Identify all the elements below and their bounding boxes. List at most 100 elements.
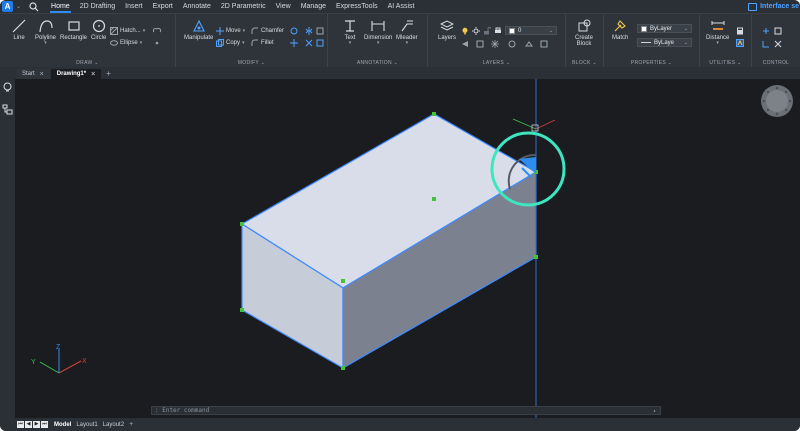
app-logo[interactable]: A [2,1,13,12]
grip-point[interactable] [240,308,244,312]
lightbulb-icon[interactable] [461,27,469,35]
distance-button[interactable]: Distance ▾ [706,19,729,46]
command-line[interactable]: : Enter command ▴ [151,406,661,415]
new-tab-plus-icon[interactable]: + [102,69,115,79]
tab-start[interactable]: Start × [16,69,50,79]
match-button[interactable]: Match [612,19,628,41]
circle-button[interactable]: Circle [91,19,106,41]
tab-drawing1-close-icon[interactable]: × [91,71,95,78]
properties-expand-chevron-icon[interactable]: ⌄ [668,60,673,66]
linetype-select[interactable]: ByLaye ⌄ [637,38,692,47]
layer-select[interactable]: 0 ⌄ [505,26,557,35]
layer-off-icon[interactable] [508,40,516,48]
copy-button[interactable]: Copy ▾ [216,38,245,48]
hatch-button[interactable]: Hatch... ▾ [110,26,145,36]
block-expand-chevron-icon[interactable]: ⌄ [592,60,597,66]
color-select[interactable]: ByLayer ⌄ [637,24,692,33]
explode-icon[interactable] [316,39,324,47]
layers-expand-chevron-icon[interactable]: ⌄ [506,60,511,66]
add-layout-plus-icon[interactable]: + [129,421,133,428]
hatch-chevron-icon[interactable]: ▾ [143,28,146,34]
menu-view[interactable]: View [271,0,296,13]
polar-icon[interactable] [774,40,782,48]
next-layout-icon[interactable]: ▶ [33,421,40,428]
rotate-icon[interactable] [290,27,298,35]
menu-annotate[interactable]: Annotate [178,0,216,13]
move-chevron-icon[interactable]: ▾ [243,28,246,34]
command-history-chevron-icon[interactable]: ▴ [653,407,656,415]
search-icon[interactable] [29,1,39,12]
grid-settings-icon[interactable] [774,27,782,35]
drawing-canvas[interactable]: Z Y X [15,79,800,418]
trim-icon[interactable] [290,39,298,47]
polyline-button[interactable]: Polyline ▾ [35,19,56,46]
line-button[interactable]: Line [12,19,26,41]
last-layout-icon[interactable]: ⏭ [41,421,48,428]
ellipse-button[interactable]: Ellipse ▾ [110,38,142,48]
view-navigation-wheel[interactable] [761,85,793,117]
layer-isolate-icon[interactable] [476,40,484,48]
tab-start-close-icon[interactable]: × [40,71,44,78]
first-layout-icon[interactable]: ⏮ [17,421,24,428]
snap-settings-icon[interactable] [762,27,770,35]
move-button[interactable]: Move ▾ [216,26,245,36]
layout-tab-layout1[interactable]: Layout1 [76,422,97,428]
dimension-button[interactable]: Dimension ▾ [364,19,392,46]
menu-home[interactable]: Home [46,0,75,13]
layer-match-icon[interactable] [525,40,533,48]
rectangle-button[interactable]: Rectangle [60,19,87,41]
layout-tab-layout2[interactable]: Layout2 [103,422,124,428]
calculator-icon[interactable] [736,27,744,35]
ortho-icon[interactable] [762,40,770,48]
menu-insert[interactable]: Insert [120,0,148,13]
annotation-expand-chevron-icon[interactable]: ⌄ [394,60,399,66]
grip-point[interactable] [341,366,345,370]
grip-point[interactable] [341,279,345,283]
draw-expand-chevron-icon[interactable]: ⌄ [94,60,99,66]
menu-export[interactable]: Export [148,0,178,13]
unlock-icon[interactable] [483,27,491,35]
printer-icon[interactable] [494,27,502,35]
modify-expand-chevron-icon[interactable]: ⌄ [261,60,266,66]
fillet-button[interactable]: Fillet [251,38,274,48]
layers-button[interactable]: Layers [438,19,456,41]
quick-select-icon[interactable] [736,39,744,47]
utilities-expand-chevron-icon[interactable]: ⌄ [737,60,742,66]
mleader-chevron-icon[interactable]: ▾ [406,41,409,46]
layout-tab-model[interactable]: Model [54,422,71,428]
sun-icon[interactable] [472,27,480,35]
grip-point[interactable] [534,255,538,259]
create-block-button[interactable]: Create Block [575,19,593,47]
point-icon[interactable] [153,39,161,47]
ellipse-chevron-icon[interactable]: ▾ [140,40,143,46]
revision-cloud-icon[interactable] [153,27,161,35]
dimension-chevron-icon[interactable]: ▾ [377,41,380,46]
tab-drawing1[interactable]: Drawing1* × [50,69,102,79]
layer-previous-icon[interactable] [461,40,469,48]
structure-panel-icon[interactable] [2,104,13,115]
distance-chevron-icon[interactable]: ▾ [716,41,719,46]
chamfer-button[interactable]: Chamfer [251,26,284,36]
menu-ai-assist[interactable]: AI Assist [383,0,420,13]
copy-chevron-icon[interactable]: ▾ [242,40,245,46]
menu-manage[interactable]: Manage [296,0,331,13]
interface-selector[interactable]: Interface se [748,0,800,13]
previous-layout-icon[interactable]: ◀ [25,421,32,428]
scale-icon[interactable] [316,27,324,35]
mleader-button[interactable]: Mleader ▾ [396,19,418,46]
app-menu-chevron-icon[interactable]: ⌄ [16,3,21,10]
grip-point[interactable] [240,222,244,226]
lightbulb-panel-icon[interactable] [2,82,13,93]
layer-freeze-icon[interactable] [491,40,499,48]
polyline-chevron-icon[interactable]: ▾ [44,41,47,46]
grip-point[interactable] [432,197,436,201]
layer-walk-icon[interactable] [540,40,548,48]
grip-point[interactable] [432,112,436,116]
menu-expresstools[interactable]: ExpressTools [331,0,383,13]
extend-icon[interactable] [305,39,313,47]
menu-2d-drafting[interactable]: 2D Drafting [75,0,120,13]
menu-2d-parametric[interactable]: 2D Parametric [216,0,271,13]
mirror-icon[interactable] [305,27,313,35]
manipulate-button[interactable]: Manipulate [184,19,213,41]
command-input[interactable]: : Enter command [155,407,209,414]
